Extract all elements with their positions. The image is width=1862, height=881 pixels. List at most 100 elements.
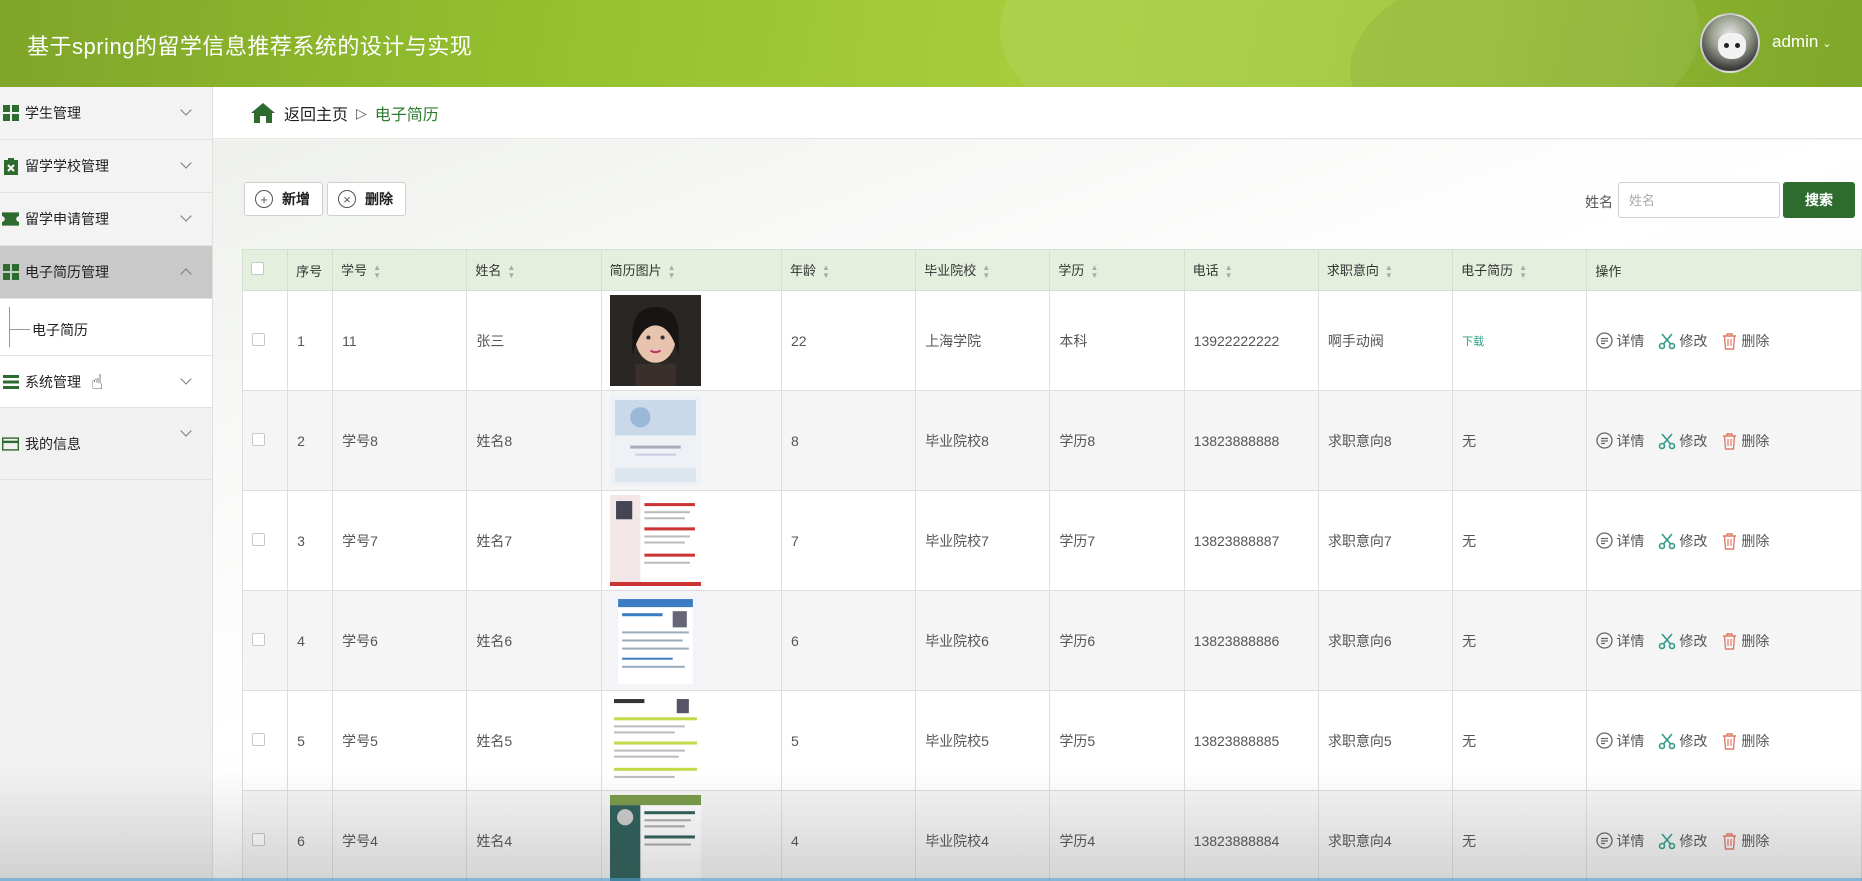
select-all-checkbox[interactable] xyxy=(251,262,264,275)
row-checkbox[interactable] xyxy=(252,532,265,546)
column-header[interactable]: 年龄 ▲ ▼ xyxy=(780,249,917,291)
cell-degree: 学历4 xyxy=(1049,790,1185,881)
detail-button[interactable]: 详情 xyxy=(1596,831,1644,851)
detail-button[interactable]: 详情 xyxy=(1596,631,1644,651)
cell-intention: 求职意向8 xyxy=(1317,390,1454,491)
detail-button[interactable]: 详情 xyxy=(1596,731,1644,751)
cell-name: 姓名4 xyxy=(466,790,602,881)
cell-degree: 学历5 xyxy=(1049,690,1185,791)
breadcrumb-home-link[interactable]: 返回主页 xyxy=(284,101,348,125)
row-select-cell[interactable] xyxy=(241,690,289,791)
avatar[interactable] xyxy=(1700,13,1760,73)
trash-icon xyxy=(1723,332,1737,350)
edit-button[interactable]: 修改 xyxy=(1658,531,1707,551)
chevron-down-icon: ⌄ xyxy=(1822,38,1832,50)
grid-icon xyxy=(2,105,19,122)
cell-name: 张三 xyxy=(466,290,602,391)
cell-intention: 求职意向7 xyxy=(1317,490,1454,591)
column-header: 操作 xyxy=(1586,249,1862,291)
row-select-cell[interactable] xyxy=(241,290,289,391)
column-header[interactable]: 姓名 ▲ ▼ xyxy=(466,249,602,291)
sort-icon[interactable]: ▲ ▼ xyxy=(1519,263,1527,280)
row-select-cell[interactable] xyxy=(241,590,289,691)
row-delete-button[interactable]: 删除 xyxy=(1721,631,1769,651)
sidebar-subitem-resume[interactable]: 电子简历 xyxy=(0,299,212,356)
sidebar-item-students[interactable]: 学生管理 xyxy=(0,87,212,140)
scissors-icon xyxy=(1659,832,1676,849)
table-row: 2 学号8 姓名8 8 毕业院校8 学历8 13823888888 求职意向8 无 详情 修改 删除 xyxy=(241,390,1862,491)
column-header[interactable]: 电子简历 ▲ ▼ xyxy=(1452,249,1588,291)
column-header[interactable]: 简历图片 ▲ ▼ xyxy=(600,249,782,291)
cell-actions: 详情 修改 删除 xyxy=(1586,690,1862,791)
name-search-input[interactable] xyxy=(1618,182,1780,218)
chevron-down-icon xyxy=(180,104,192,116)
user-menu[interactable]: admin ⌄ xyxy=(1772,32,1832,52)
detail-button[interactable]: 详情 xyxy=(1596,531,1644,551)
edit-button[interactable]: 修改 xyxy=(1658,731,1707,751)
edit-button[interactable]: 修改 xyxy=(1658,331,1707,351)
row-delete-button[interactable]: 删除 xyxy=(1721,731,1769,751)
row-delete-button[interactable]: 删除 xyxy=(1721,831,1769,851)
sort-icon[interactable]: ▲ ▼ xyxy=(1090,263,1098,280)
column-header[interactable]: 电话 ▲ ▼ xyxy=(1183,249,1319,291)
cell-index: 1 xyxy=(287,290,334,391)
edit-button[interactable]: 修改 xyxy=(1658,831,1707,851)
sidebar-item-label: 系统管理 xyxy=(25,373,81,390)
sort-icon[interactable]: ▲ ▼ xyxy=(982,263,990,280)
sidebar-item-my-info[interactable]: 我的信息 xyxy=(0,408,212,480)
row-checkbox[interactable] xyxy=(252,632,265,646)
resume-photo[interactable] xyxy=(609,295,701,386)
column-header[interactable]: 求职意向 ▲ ▼ xyxy=(1317,249,1454,291)
sort-icon[interactable]: ▲ ▼ xyxy=(507,263,515,280)
detail-button[interactable]: 详情 xyxy=(1596,331,1644,351)
column-header[interactable]: 学号 ▲ ▼ xyxy=(332,249,468,291)
row-delete-button[interactable]: 删除 xyxy=(1721,431,1769,451)
select-all-cell[interactable] xyxy=(241,249,289,291)
row-select-cell[interactable] xyxy=(241,490,289,591)
sort-icon[interactable]: ▲ ▼ xyxy=(668,263,676,280)
sort-icon[interactable]: ▲ ▼ xyxy=(1385,263,1393,280)
breadcrumb: 返回主页 ▷ 电子简历 xyxy=(250,101,439,125)
home-icon[interactable] xyxy=(250,102,276,124)
cell-resume-image xyxy=(600,790,782,881)
sidebar-item-schools[interactable]: 留学学校管理 xyxy=(0,140,212,193)
search-button[interactable]: 搜索 xyxy=(1783,182,1855,218)
row-checkbox[interactable] xyxy=(252,432,265,446)
cell-resume-image xyxy=(600,690,782,791)
resume-photo[interactable] xyxy=(609,795,701,881)
main-content: + 新增 × 删除 姓名 搜索 序号 学号▲▼ 姓名▲▼ 简历图片▲▼ 年龄▲▼… xyxy=(213,140,1862,881)
edit-button[interactable]: 修改 xyxy=(1658,631,1707,651)
resume-photo[interactable] xyxy=(609,595,701,686)
row-select-cell[interactable] xyxy=(241,390,289,491)
row-checkbox[interactable] xyxy=(252,332,265,346)
download-link[interactable]: 下载 xyxy=(1462,336,1484,348)
resume-photo[interactable] xyxy=(609,495,701,586)
delete-button[interactable]: × 删除 xyxy=(327,182,406,216)
cell-age: 5 xyxy=(780,690,917,791)
row-checkbox[interactable] xyxy=(252,732,265,746)
sidebar-item-applications[interactable]: 留学申请管理 xyxy=(0,193,212,246)
detail-icon xyxy=(1596,732,1614,749)
cell-resume-image xyxy=(600,490,782,591)
column-header[interactable]: 学历 ▲ ▼ xyxy=(1049,249,1185,291)
add-button[interactable]: + 新增 xyxy=(244,182,323,216)
cell-index: 2 xyxy=(287,390,334,491)
detail-button[interactable]: 详情 xyxy=(1596,431,1644,451)
sidebar-item-resumes[interactable]: 电子简历管理 xyxy=(0,246,212,299)
cell-intention: 求职意向6 xyxy=(1317,590,1454,691)
sort-icon[interactable]: ▲ ▼ xyxy=(822,263,830,280)
row-checkbox[interactable] xyxy=(252,832,265,846)
edit-button[interactable]: 修改 xyxy=(1658,431,1707,451)
card-icon xyxy=(2,435,19,452)
resume-photo[interactable] xyxy=(609,395,701,486)
row-select-cell[interactable] xyxy=(241,790,289,881)
sort-icon[interactable]: ▲ ▼ xyxy=(373,263,381,280)
row-delete-button[interactable]: 删除 xyxy=(1721,531,1769,551)
column-header[interactable]: 毕业院校 ▲ ▼ xyxy=(915,249,1051,291)
cell-degree: 本科 xyxy=(1049,290,1185,391)
resume-photo[interactable] xyxy=(609,695,701,786)
sort-icon[interactable]: ▲ ▼ xyxy=(1225,263,1233,280)
row-delete-button[interactable]: 删除 xyxy=(1721,331,1769,351)
resume-status: 无 xyxy=(1462,832,1477,849)
sidebar-item-system[interactable]: 系统管理 xyxy=(0,356,212,408)
